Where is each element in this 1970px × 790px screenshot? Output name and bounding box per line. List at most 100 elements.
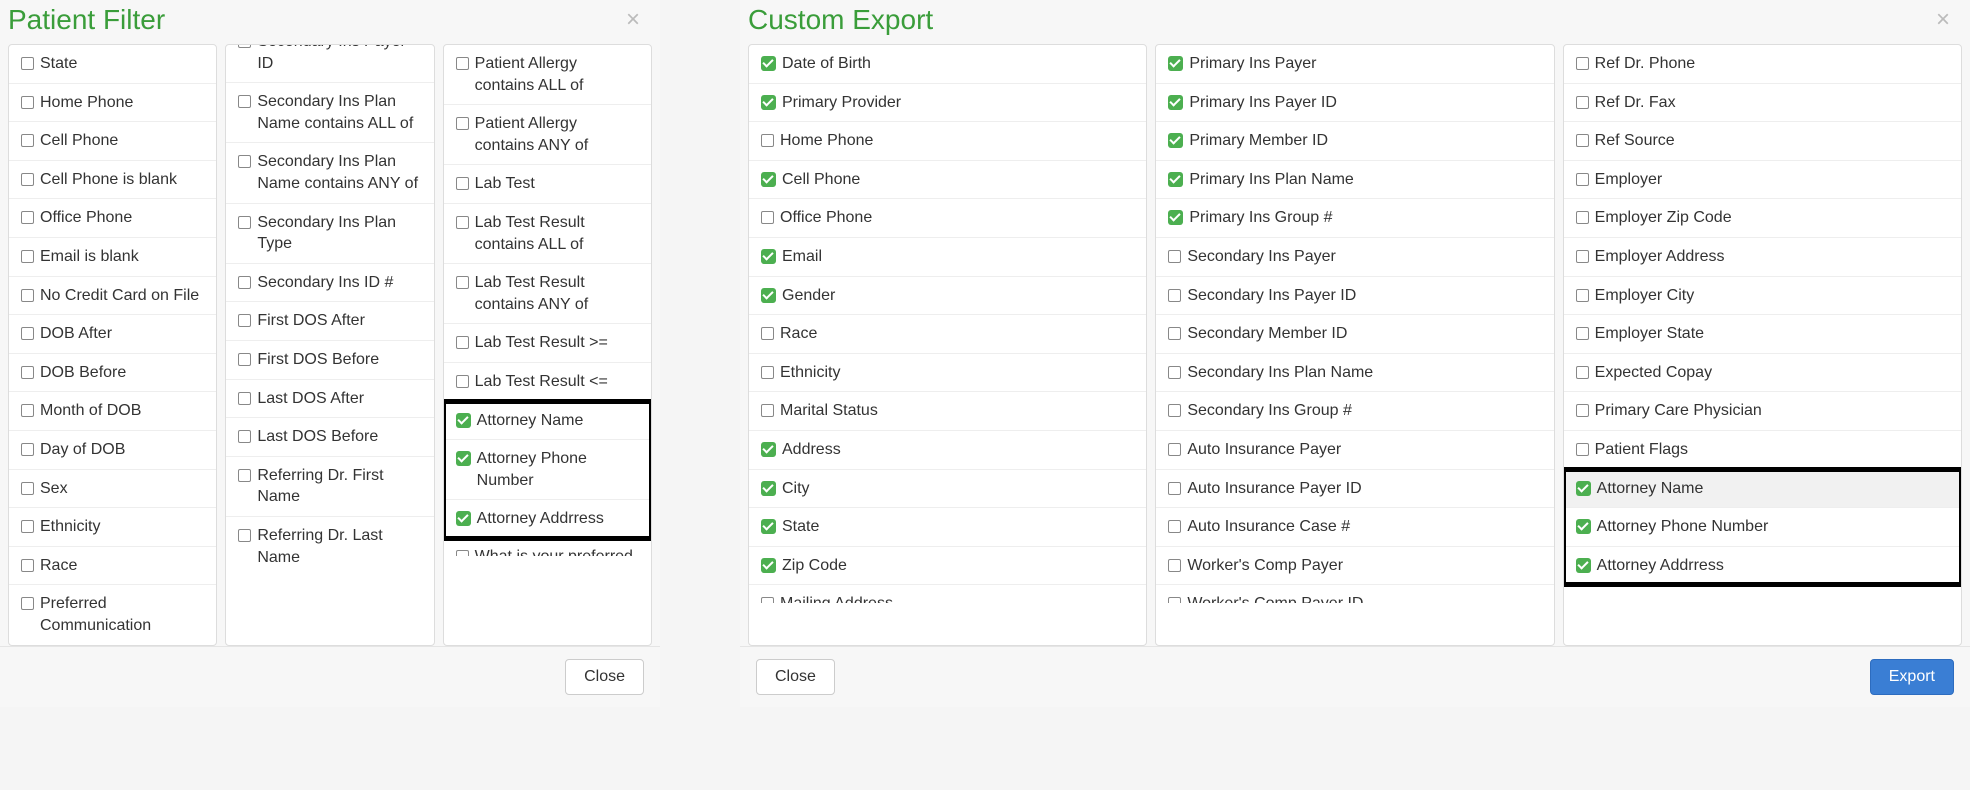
list-item[interactable]: Preferred Communication [9, 585, 216, 644]
list-item[interactable]: Employer Zip Code [1564, 199, 1961, 238]
list-item[interactable]: Patient Flags [1564, 431, 1961, 470]
checkbox-empty-icon[interactable] [456, 117, 469, 130]
list-item[interactable]: Marital Status [749, 392, 1146, 431]
list-item[interactable]: Attorney Name [444, 402, 651, 441]
checkbox-empty-icon[interactable] [761, 597, 774, 603]
checkbox-empty-icon[interactable] [21, 57, 34, 70]
list-item[interactable]: Lab Test Result contains ALL of [444, 204, 651, 264]
checkbox-empty-icon[interactable] [238, 353, 251, 366]
checkbox-empty-icon[interactable] [21, 250, 34, 263]
list-item[interactable]: Email is blank [9, 238, 216, 277]
list-item[interactable]: Ref Source [1564, 122, 1961, 161]
list-item[interactable]: Referring Dr. Last Name [226, 517, 433, 576]
checkbox-empty-icon[interactable] [456, 375, 469, 388]
list-item[interactable]: Attorney Phone Number [1564, 508, 1961, 547]
checkbox-empty-icon[interactable] [21, 482, 34, 495]
checkbox-empty-icon[interactable] [1576, 250, 1589, 263]
list-item[interactable]: Patient Allergy contains ALL of [444, 45, 651, 105]
list-item[interactable]: Auto Insurance Case # [1156, 508, 1553, 547]
list-item[interactable]: DOB Before [9, 354, 216, 393]
checkbox-empty-icon[interactable] [21, 366, 34, 379]
list-item[interactable]: First DOS After [226, 302, 433, 341]
checkbox-empty-icon[interactable] [1576, 327, 1589, 340]
checkbox-empty-icon[interactable] [1576, 443, 1589, 456]
checkbox-checked-icon[interactable] [1168, 172, 1183, 187]
list-item[interactable]: Ref Dr. Phone [1564, 45, 1961, 84]
checkbox-empty-icon[interactable] [456, 550, 469, 556]
list-item[interactable]: Cell Phone [9, 122, 216, 161]
checkbox-empty-icon[interactable] [1168, 482, 1181, 495]
list-item[interactable]: Mailing Address [749, 585, 1146, 603]
list-item[interactable]: Lab Test Result contains ANY of [444, 264, 651, 324]
list-item[interactable]: Office Phone [749, 199, 1146, 238]
checkbox-checked-icon[interactable] [456, 451, 471, 466]
list-item[interactable]: Secondary Ins ID # [226, 264, 433, 303]
checkbox-empty-icon[interactable] [456, 177, 469, 190]
list-item[interactable]: Auto Insurance Payer [1156, 431, 1553, 470]
checkbox-empty-icon[interactable] [1576, 404, 1589, 417]
list-item[interactable]: Home Phone [749, 122, 1146, 161]
checkbox-empty-icon[interactable] [21, 404, 34, 417]
list-item[interactable]: Cell Phone is blank [9, 161, 216, 200]
checkbox-empty-icon[interactable] [1576, 57, 1589, 70]
checkbox-empty-icon[interactable] [456, 57, 469, 70]
checkbox-checked-icon[interactable] [456, 413, 471, 428]
list-item[interactable]: Lab Test [444, 165, 651, 204]
close-icon[interactable]: × [622, 8, 644, 32]
checkbox-empty-icon[interactable] [238, 314, 251, 327]
close-icon[interactable]: × [1932, 8, 1954, 32]
checkbox-empty-icon[interactable] [238, 529, 251, 542]
list-item[interactable]: Race [749, 315, 1146, 354]
checkbox-empty-icon[interactable] [1168, 559, 1181, 572]
checkbox-empty-icon[interactable] [1168, 366, 1181, 379]
list-item[interactable]: Worker's Comp Payer [1156, 547, 1553, 586]
list-item[interactable]: Attorney Name [1564, 470, 1961, 509]
list-item[interactable]: Last DOS After [226, 380, 433, 419]
list-item[interactable]: What is your preferred [444, 538, 651, 556]
list-item[interactable]: Secondary Member ID [1156, 315, 1553, 354]
checkbox-checked-icon[interactable] [1576, 558, 1591, 573]
list-item[interactable]: Referring Dr. First Name [226, 457, 433, 517]
list-item[interactable]: First DOS Before [226, 341, 433, 380]
list-item[interactable]: Day of DOB [9, 431, 216, 470]
checkbox-checked-icon[interactable] [1576, 481, 1591, 496]
list-item[interactable]: Address [749, 431, 1146, 470]
checkbox-empty-icon[interactable] [21, 559, 34, 572]
list-item[interactable]: Secondary Ins Plan Type [226, 204, 433, 264]
checkbox-empty-icon[interactable] [21, 520, 34, 533]
checkbox-empty-icon[interactable] [1168, 597, 1181, 603]
list-item[interactable]: Email [749, 238, 1146, 277]
checkbox-empty-icon[interactable] [21, 597, 34, 610]
list-item[interactable]: Primary Ins Payer [1156, 45, 1553, 84]
list-item[interactable]: Sex [9, 470, 216, 509]
checkbox-empty-icon[interactable] [238, 95, 251, 108]
checkbox-empty-icon[interactable] [238, 430, 251, 443]
list-item[interactable]: State [749, 508, 1146, 547]
list-item[interactable]: Worker's Comp Payer ID [1156, 585, 1553, 603]
list-item[interactable]: Patient Allergy contains ANY of [444, 105, 651, 165]
checkbox-checked-icon[interactable] [761, 172, 776, 187]
list-item[interactable]: Employer City [1564, 277, 1961, 316]
checkbox-checked-icon[interactable] [1168, 56, 1183, 71]
checkbox-empty-icon[interactable] [1576, 289, 1589, 302]
list-item[interactable]: Office Phone [9, 199, 216, 238]
checkbox-checked-icon[interactable] [456, 511, 471, 526]
checkbox-empty-icon[interactable] [21, 289, 34, 302]
checkbox-checked-icon[interactable] [761, 481, 776, 496]
checkbox-empty-icon[interactable] [238, 44, 251, 48]
checkbox-checked-icon[interactable] [761, 288, 776, 303]
checkbox-empty-icon[interactable] [21, 327, 34, 340]
list-item[interactable]: Zip Code [749, 547, 1146, 586]
checkbox-empty-icon[interactable] [238, 216, 251, 229]
checkbox-checked-icon[interactable] [761, 558, 776, 573]
list-item[interactable]: Expected Copay [1564, 354, 1961, 393]
list-item[interactable]: DOB After [9, 315, 216, 354]
checkbox-empty-icon[interactable] [761, 211, 774, 224]
checkbox-checked-icon[interactable] [1168, 210, 1183, 225]
list-item[interactable]: Date of Birth [749, 45, 1146, 84]
close-button[interactable]: Close [756, 659, 835, 695]
checkbox-empty-icon[interactable] [1576, 366, 1589, 379]
list-item[interactable]: Lab Test Result <= [444, 363, 651, 402]
list-item[interactable]: Ethnicity [749, 354, 1146, 393]
checkbox-checked-icon[interactable] [761, 249, 776, 264]
